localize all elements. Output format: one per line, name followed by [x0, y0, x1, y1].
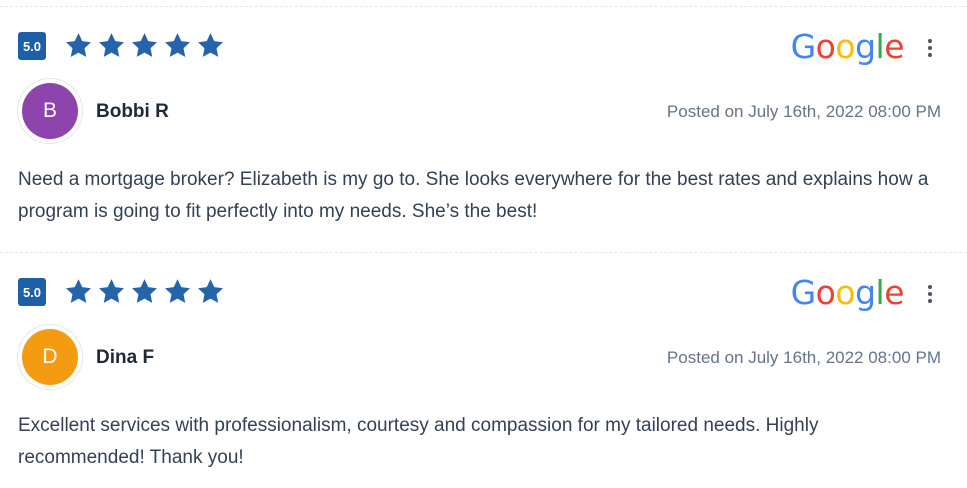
reviewer-name: Dina F — [96, 347, 155, 368]
review-text: Need a mortgage broker? Elizabeth is my … — [18, 169, 929, 222]
review-card: 5.0 Google B Bobbi R Posted on July 16th… — [0, 6, 967, 253]
rating-score-badge: 5.0 — [18, 32, 46, 60]
rating-score-badge: 5.0 — [18, 278, 46, 306]
more-options-icon[interactable] — [923, 281, 937, 307]
star-icon — [163, 31, 192, 60]
star-icon — [130, 31, 159, 60]
review-text: Excellent services with professionalism,… — [18, 415, 819, 468]
star-icon — [97, 277, 126, 306]
review-card: 5.0 Google D Dina F Posted on July 16th,… — [0, 252, 967, 488]
google-logo: Google — [790, 273, 905, 312]
review-date: Posted on July 16th, 2022 08:00 PM — [666, 102, 941, 121]
star-rating — [64, 31, 225, 60]
star-icon — [64, 277, 93, 306]
star-icon — [130, 277, 159, 306]
star-icon — [64, 31, 93, 60]
reviews-list: 5.0 Google B Bobbi R Posted on July 16th… — [0, 0, 967, 487]
star-icon — [97, 31, 126, 60]
review-date: Posted on July 16th, 2022 08:00 PM — [666, 348, 941, 367]
avatar-initial: B — [22, 83, 78, 139]
avatar: D — [18, 325, 82, 389]
reviewer-name: Bobbi R — [96, 101, 169, 122]
google-logo: Google — [790, 27, 905, 66]
star-icon — [163, 277, 192, 306]
star-icon — [196, 277, 225, 306]
avatar-initial: D — [22, 329, 78, 385]
avatar: B — [18, 79, 82, 143]
star-rating — [64, 277, 225, 306]
star-icon — [196, 31, 225, 60]
more-options-icon[interactable] — [923, 35, 937, 61]
